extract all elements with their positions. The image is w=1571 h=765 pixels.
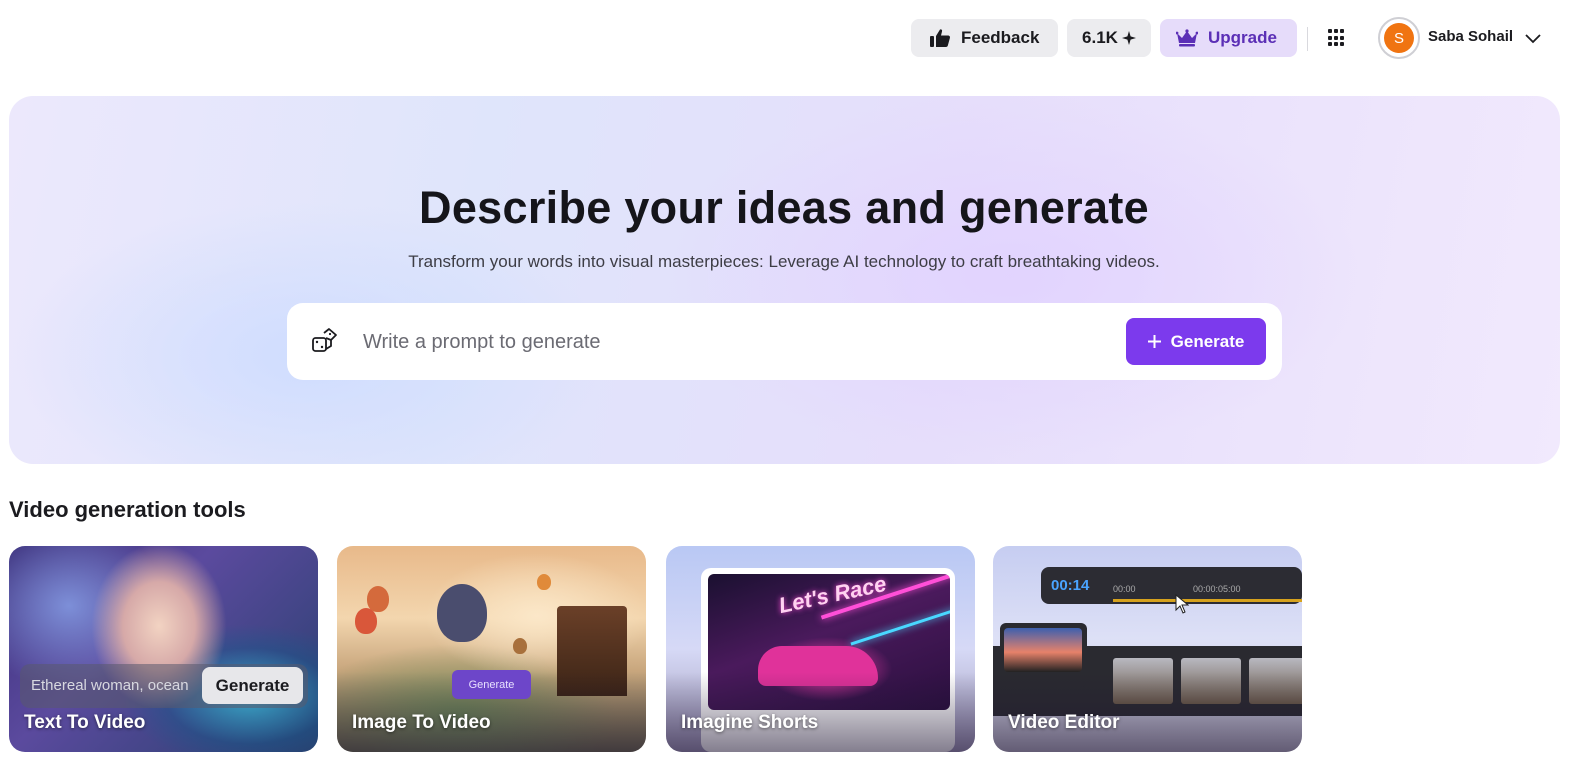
crown-icon [1176,29,1198,47]
tool-card-label: Text To Video [24,712,146,733]
apps-grid-icon[interactable] [1325,26,1349,50]
tool-card-video-editor[interactable]: 00:14 00:00 00:00:05:00 Video Editor [993,546,1302,752]
tool-card-image-to-video[interactable]: Generate Image To Video [337,546,646,752]
upgrade-label: Upgrade [1208,28,1277,47]
balloon-image [513,638,527,654]
tool-card-text-to-video[interactable]: Ethereal woman, ocean Generate Text To V… [9,546,318,752]
tool-card-label: Video Editor [1008,712,1120,733]
balloon-image [537,574,551,590]
preview-generate-button: Generate [202,667,303,704]
hero-title: Describe your ideas and generate [419,182,1149,233]
tool-card-imagine-shorts[interactable]: Let's Race Imagine Shorts [666,546,975,752]
timecode: 00:14 [1051,577,1090,594]
avatar-initial: S [1384,23,1414,53]
user-name[interactable]: Saba Sohail [1428,28,1513,45]
timeline-ruler [1113,599,1302,602]
prompt-input[interactable] [363,327,1103,357]
cursor-icon [1175,594,1189,614]
plus-icon [1147,335,1161,348]
balloon-image [355,608,377,634]
editor-preview-image [1004,628,1082,672]
credits-badge[interactable]: 6.1K [1067,19,1151,57]
feedback-button[interactable]: Feedback [911,19,1058,57]
dice-icon[interactable] [311,327,339,355]
timeline-tick: 00:00:05:00 [1193,584,1241,594]
credits-count: 6.1K [1082,28,1118,47]
sparkle-icon [1121,31,1136,45]
top-bar: Feedback 6.1K Upgrade S Saba Sohail [0,0,1571,76]
upgrade-button[interactable]: Upgrade [1160,19,1297,57]
tool-card-label: Imagine Shorts [681,712,819,733]
chevron-down-icon[interactable] [1523,28,1543,48]
thumbs-up-icon [930,29,951,47]
avatar[interactable]: S [1378,17,1420,59]
section-title: Video generation tools [9,497,246,522]
hero-subtitle: Transform your words into visual masterp… [408,252,1160,271]
feedback-label: Feedback [961,28,1040,47]
timeline-tick: 00:00 [1113,584,1136,594]
prompt-bar: Generate [287,303,1282,380]
tool-card-label: Image To Video [352,712,491,733]
balloon-image [437,584,487,642]
hero-banner [9,96,1560,464]
generate-label: Generate [1170,331,1245,351]
divider [1307,27,1308,51]
preview-input-text: Ethereal woman, ocean [31,677,189,694]
generate-button[interactable]: Generate [1126,318,1266,365]
preview-generate-button: Generate [452,670,531,699]
